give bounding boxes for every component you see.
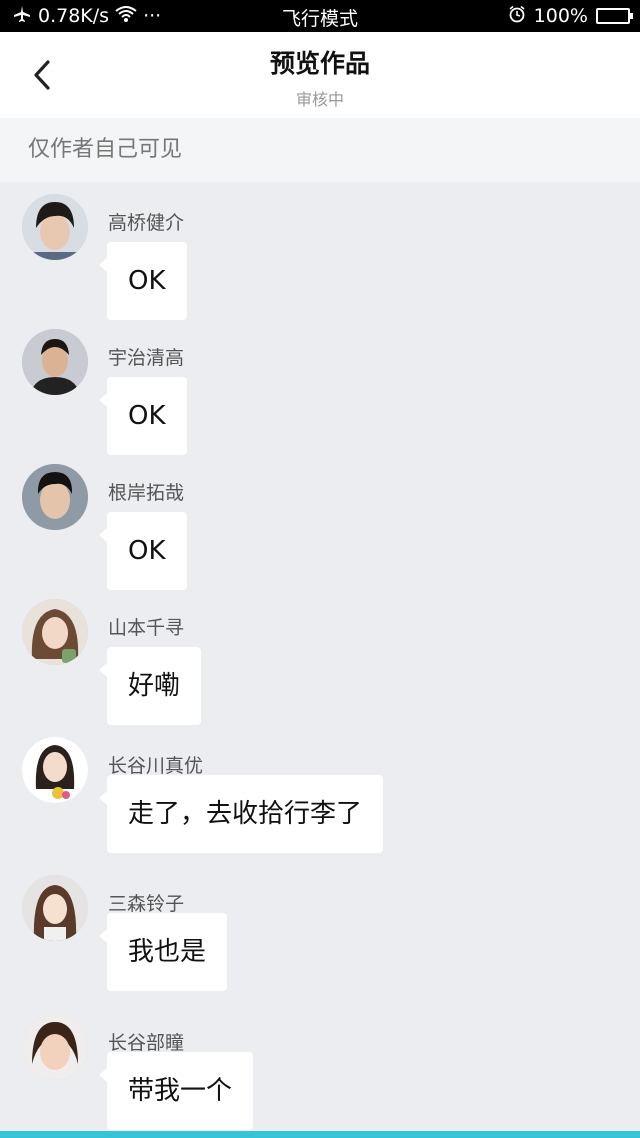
page-title: 预览作品 xyxy=(269,49,370,78)
review-status: 审核中 xyxy=(295,90,344,109)
message-bubble[interactable]: 我也是 xyxy=(98,913,228,991)
avatar[interactable] xyxy=(22,329,88,395)
battery-percent: 100% xyxy=(533,5,588,27)
message-bubble[interactable]: OK xyxy=(99,242,187,320)
sender-name: 长谷川真优 xyxy=(108,755,204,777)
sender-name: 长谷部瞳 xyxy=(108,1032,185,1054)
avatar[interactable] xyxy=(22,464,88,530)
avatar[interactable] xyxy=(22,194,88,260)
status-bar: 0.78K/s ··· 飞行模式 100% xyxy=(0,0,640,32)
sender-name: 宇治清高 xyxy=(108,347,185,369)
visibility-notice: 仅作者自己可见 xyxy=(0,118,640,182)
sender-name: 山本千寻 xyxy=(108,617,185,639)
message-bubble[interactable]: 好嘞 xyxy=(98,647,202,725)
message-bubble[interactable]: OK xyxy=(99,377,187,455)
sender-name: 根岸拓哉 xyxy=(108,482,185,504)
sender-name: 三森铃子 xyxy=(108,893,185,915)
bottom-accent-bar xyxy=(0,1131,640,1138)
avatar[interactable] xyxy=(22,599,88,665)
nav-header: 预览作品 审核中 xyxy=(0,32,640,118)
sender-name: 高桥健介 xyxy=(108,212,185,234)
alarm-icon xyxy=(508,5,526,28)
avatar[interactable] xyxy=(22,875,88,941)
avatar[interactable] xyxy=(22,1014,88,1080)
message-bubble[interactable]: OK xyxy=(99,512,187,590)
message-bubble[interactable]: 走了，去收拾行李了 xyxy=(98,775,384,853)
message-bubble[interactable]: 带我一个 xyxy=(98,1052,254,1130)
battery-icon xyxy=(596,8,633,24)
avatar[interactable] xyxy=(22,737,88,803)
status-right: 100% xyxy=(508,0,633,32)
